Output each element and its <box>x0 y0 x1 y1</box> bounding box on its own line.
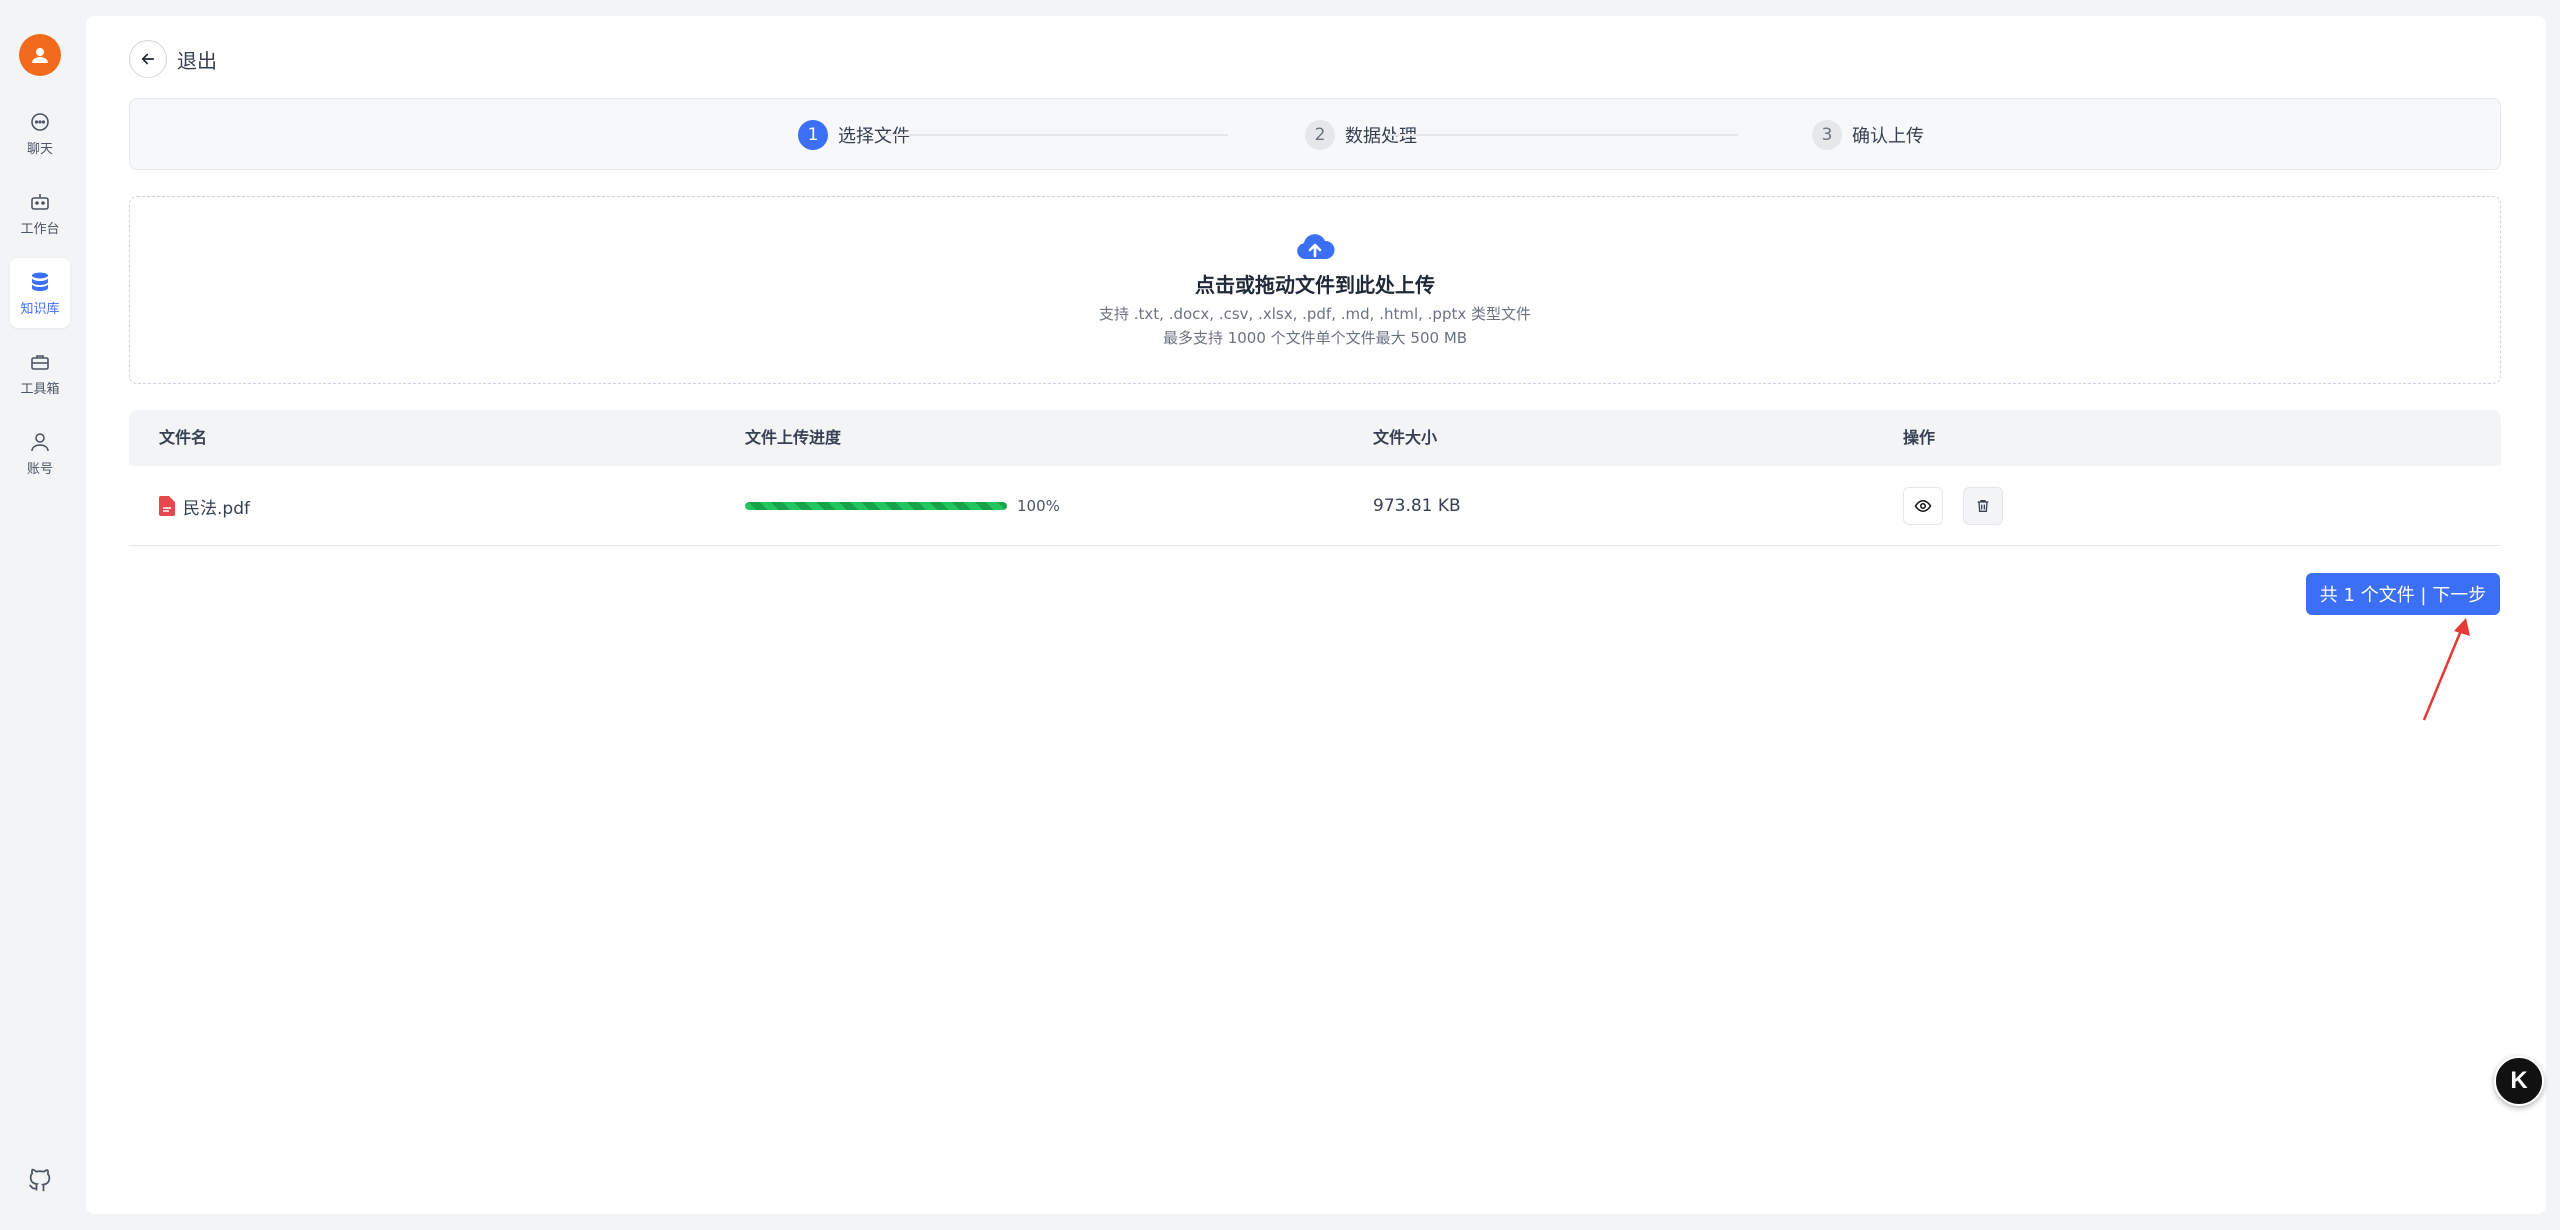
sidebar-item-label: 知识库 <box>20 301 60 317</box>
sidebar-item-toolbox[interactable]: 工具箱 <box>10 338 70 408</box>
sidebar: 聊天 工作台 知识库 工具箱 账号 <box>0 0 80 1230</box>
table-header: 文件名 文件上传进度 文件大小 操作 <box>129 410 2501 466</box>
delete-button[interactable] <box>1963 487 2003 525</box>
table-row: 民法.pdf 100% 973.81 KB <box>129 466 2501 546</box>
eye-icon <box>1914 499 1932 513</box>
dropzone-title: 点击或拖动文件到此处上传 <box>1195 272 1435 297</box>
step-confirm-upload: 3 确认上传 <box>1812 99 1924 171</box>
user-avatar-icon <box>32 48 48 63</box>
sidebar-item-label: 工作台 <box>20 221 60 237</box>
sidebar-item-knowledge-base[interactable]: 知识库 <box>10 258 70 328</box>
avatar[interactable] <box>19 34 61 76</box>
file-name-cell: 民法.pdf <box>159 466 250 546</box>
file-size: 973.81 KB <box>1373 496 1461 516</box>
red-arrow-annotation <box>2422 618 2470 721</box>
sidebar-item-account[interactable]: 账号 <box>10 418 70 488</box>
header-size: 文件大小 <box>1373 428 1438 447</box>
progress-cell: 100% <box>745 466 1060 546</box>
dropzone-hint-types: 支持 .txt, .docx, .csv, .xlsx, .pdf, .md, … <box>1099 304 1531 323</box>
pdf-file-icon <box>159 496 175 516</box>
step-number: 2 <box>1305 120 1335 150</box>
header-filename: 文件名 <box>159 428 208 447</box>
step-number: 3 <box>1812 120 1842 150</box>
robot-icon <box>31 193 49 210</box>
back-circle <box>129 40 167 78</box>
back-label: 退出 <box>177 48 217 73</box>
file-size-cell: 973.81 KB <box>1373 466 1461 546</box>
sidebar-nav: 聊天 工作台 知识库 工具箱 账号 <box>10 98 70 488</box>
main-panel: 退出 1 选择文件 2 数据处理 3 确认上传 点击或拖动文件到此处上传 支持 … <box>86 16 2546 1214</box>
upload-dropzone[interactable]: 点击或拖动文件到此处上传 支持 .txt, .docx, .csv, .xlsx… <box>129 196 2501 384</box>
arrow-left-icon <box>141 53 155 65</box>
sidebar-item-label: 工具箱 <box>20 381 60 397</box>
chat-icon <box>31 112 49 131</box>
progress-bar <box>745 502 1007 510</box>
next-step-button[interactable]: 共 1 个文件 | 下一步 <box>2306 573 2500 615</box>
progress-fill <box>745 502 1007 510</box>
user-icon <box>31 432 49 451</box>
toolbox-icon <box>31 354 49 370</box>
file-name: 民法.pdf <box>183 498 250 519</box>
database-icon <box>32 272 48 291</box>
step-connector <box>882 134 1228 136</box>
progress-percent: 100% <box>1017 497 1060 515</box>
cloud-upload-icon <box>1297 233 1335 259</box>
steps-bar: 1 选择文件 2 数据处理 3 确认上传 <box>129 98 2501 170</box>
floating-assistant-button[interactable]: K <box>2494 1056 2544 1106</box>
file-table: 文件名 文件上传进度 文件大小 操作 民法.pdf 100% 973.81 KB <box>129 410 2501 546</box>
actions-cell <box>1903 466 2023 546</box>
sidebar-item-chat[interactable]: 聊天 <box>10 98 70 168</box>
sidebar-item-label: 聊天 <box>26 141 53 157</box>
trash-icon <box>1977 500 1989 512</box>
step-label: 确认上传 <box>1852 126 1924 147</box>
preview-button[interactable] <box>1903 487 1943 525</box>
header-progress: 文件上传进度 <box>745 428 842 447</box>
dropzone-hint-limits: 最多支持 1000 个文件单个文件最大 500 MB <box>1162 328 1468 347</box>
header-actions: 操作 <box>1903 428 1936 447</box>
sidebar-item-label: 账号 <box>26 461 53 477</box>
step-number: 1 <box>798 120 828 150</box>
step-connector <box>1388 134 1738 136</box>
github-icon[interactable] <box>26 1166 54 1194</box>
back-button[interactable]: 退出 <box>129 40 217 78</box>
sidebar-item-workbench[interactable]: 工作台 <box>10 178 70 248</box>
